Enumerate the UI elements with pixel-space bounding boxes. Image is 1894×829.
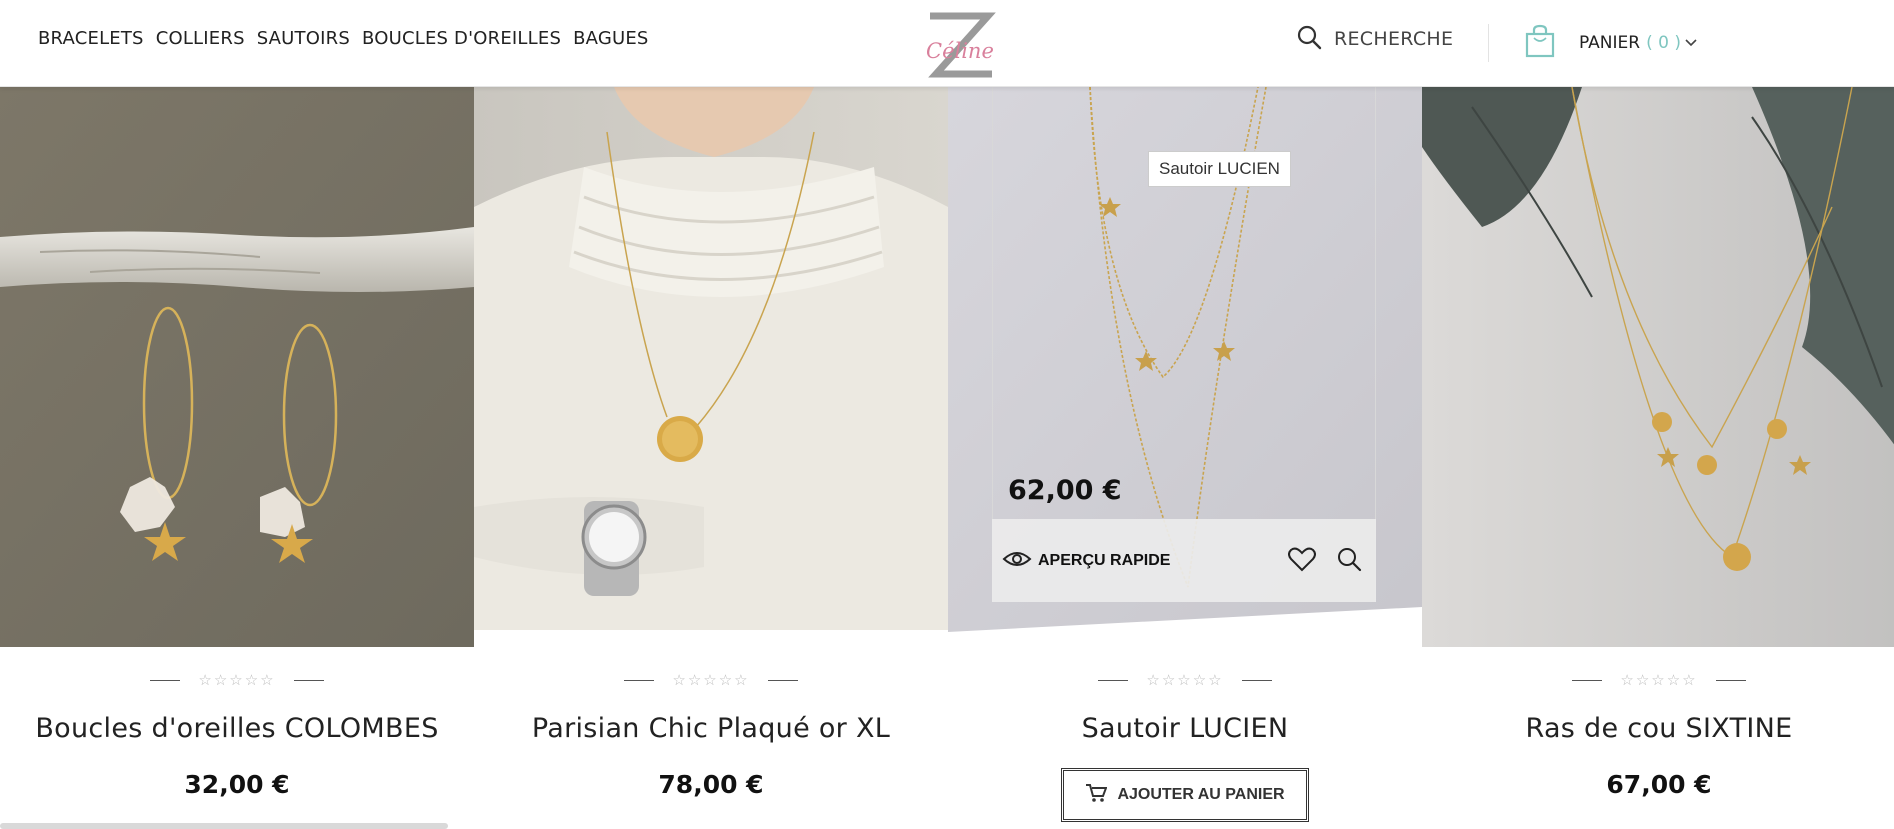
svg-text:Céline: Céline — [926, 39, 994, 63]
nav-item-sautoirs[interactable]: SAUTOIRS — [257, 28, 350, 49]
chevron-down-icon — [1685, 36, 1697, 50]
site-logo[interactable]: Céline — [920, 10, 1000, 84]
product-price: 78,00 € — [658, 770, 764, 799]
quick-view-label: APERÇU RAPIDE — [1038, 551, 1171, 569]
rating-stars: ☆☆☆☆☆ — [1146, 671, 1224, 689]
rating: ☆☆☆☆☆ — [1422, 671, 1894, 689]
cart-count: ( 0 ) — [1646, 33, 1681, 53]
product-name[interactable]: Ras de cou SIXTINE — [1422, 713, 1894, 744]
add-to-cart-label: AJOUTER AU PANIER — [1117, 786, 1285, 803]
quick-actions-bar: APERÇU RAPIDE — [992, 519, 1376, 602]
product-tooltip: Sautoir LUCIEN — [1148, 151, 1291, 187]
cart-label: PANIER — [1579, 33, 1641, 53]
rating: ☆☆☆☆☆ — [0, 671, 474, 689]
zoom-icon[interactable] — [1336, 546, 1362, 576]
rating-stars: ☆☆☆☆☆ — [1620, 671, 1698, 689]
nav-item-bracelets[interactable]: BRACELETS — [38, 28, 144, 49]
product-card[interactable]: ☆☆☆☆☆ Parisian Chic Plaqué or XL 78,00 € — [474, 87, 948, 829]
search-label: RECHERCHE — [1334, 28, 1454, 50]
heart-icon[interactable] — [1288, 546, 1316, 576]
product-image[interactable] — [0, 87, 474, 647]
product-price: 32,00 € — [184, 770, 290, 799]
rating-stars: ☆☆☆☆☆ — [672, 671, 750, 689]
product-name[interactable]: Sautoir LUCIEN — [948, 713, 1422, 744]
rating: ☆☆☆☆☆ — [474, 671, 948, 689]
add-to-cart-button[interactable]: AJOUTER AU PANIER — [1061, 768, 1309, 822]
search-button[interactable]: RECHERCHE — [1296, 24, 1453, 54]
product-card[interactable]: Sautoir LUCIEN 62,00 € APERÇU RAPIDE ☆☆☆… — [948, 87, 1422, 829]
product-image[interactable] — [1422, 87, 1894, 647]
nav-item-bagues[interactable]: BAGUES — [573, 28, 648, 49]
product-image[interactable] — [474, 87, 948, 630]
rating-stars: ☆☆☆☆☆ — [198, 671, 276, 689]
nav-item-boucles-d-oreilles[interactable]: BOUCLES D'OREILLES — [362, 28, 561, 49]
horizontal-scrollbar[interactable] — [0, 823, 448, 829]
nav-item-colliers[interactable]: COLLIERS — [156, 28, 245, 49]
product-price: 67,00 € — [1606, 770, 1712, 799]
product-name[interactable]: Parisian Chic Plaqué or XL — [474, 713, 948, 744]
product-card[interactable]: ☆☆☆☆☆ Boucles d'oreilles COLOMBES 32,00 … — [0, 87, 474, 829]
header-divider — [1488, 24, 1489, 62]
site-header: BRACELETS COLLIERS SAUTOIRS BOUCLES D'OR… — [0, 0, 1894, 87]
rating: ☆☆☆☆☆ — [948, 671, 1422, 689]
eye-icon — [1002, 549, 1032, 573]
overlay-price: 62,00 € — [1008, 475, 1122, 506]
search-icon — [1296, 24, 1322, 54]
main-nav: BRACELETS COLLIERS SAUTOIRS BOUCLES D'OR… — [38, 28, 649, 49]
product-card[interactable]: ☆☆☆☆☆ Ras de cou SIXTINE 67,00 € — [1422, 87, 1894, 829]
quick-view-button[interactable]: APERÇU RAPIDE — [1002, 549, 1170, 573]
product-name[interactable]: Boucles d'oreilles COLOMBES — [0, 713, 474, 744]
cart-button[interactable]: PANIER ( 0 ) — [1525, 24, 1697, 62]
cart-icon — [1085, 783, 1108, 807]
shopping-bag-icon — [1525, 24, 1555, 62]
